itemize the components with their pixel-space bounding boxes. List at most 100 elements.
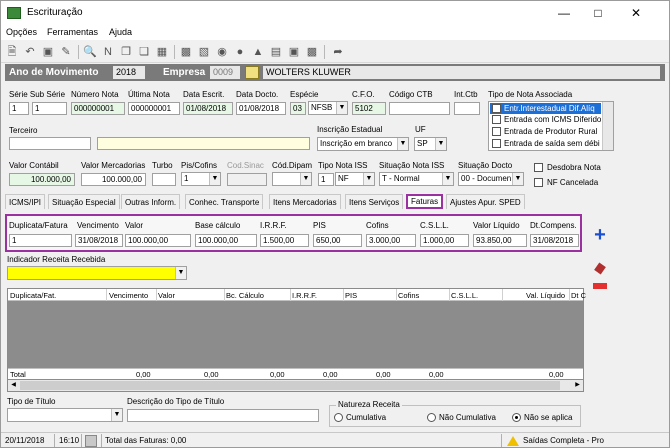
scroll-thumb[interactable]	[20, 381, 560, 390]
radio-nao-cumulativa[interactable]	[427, 413, 436, 422]
uf-select[interactable]: SP ▼	[414, 137, 447, 151]
uf-value: SP	[417, 139, 428, 148]
irrf-input[interactable]: 1.500,00	[260, 234, 309, 247]
paste-icon[interactable]: ❏	[137, 45, 151, 59]
status-bar: 20/11/2018 16:10 Total das Faturas: 0,00…	[1, 432, 669, 447]
eraser-icon[interactable]	[593, 262, 607, 275]
terceiro-label: Terceiro	[9, 126, 38, 135]
cod-sinac-input[interactable]	[227, 173, 267, 186]
grid-icon[interactable]: ▦	[155, 45, 169, 59]
situacao-docto-select[interactable]: 00 - Documen ▼	[458, 172, 524, 186]
calculator-icon[interactable]: ▤	[269, 45, 283, 59]
chevron-down-icon: ▼	[435, 138, 446, 150]
turbo-input[interactable]	[152, 173, 176, 186]
tipo-nota-iss-code[interactable]: 1	[318, 173, 334, 186]
tab-outras-inform[interactable]: Outras Inform.	[121, 194, 181, 209]
tab-faturas[interactable]: Faturas	[406, 194, 444, 209]
especie-code-input[interactable]: 03	[290, 102, 306, 115]
base-calculo-input[interactable]: 100.000,00	[195, 234, 257, 247]
tab-ajustes-apur-sped[interactable]: Ajustes Apur. SPED	[446, 194, 525, 209]
undo-icon[interactable]: ↶	[23, 45, 37, 59]
building-icon[interactable]: ▧	[197, 45, 211, 59]
export-icon[interactable]: ▩	[305, 45, 319, 59]
nf-icon[interactable]: N	[101, 45, 115, 59]
copy-icon[interactable]: ❐	[119, 45, 133, 59]
bank-icon[interactable]: ▲	[251, 45, 265, 59]
dt-compens-input[interactable]: 31/08/2018	[530, 234, 579, 247]
radio-nao-aplica[interactable]	[512, 413, 521, 422]
serie-input[interactable]: 1	[9, 102, 29, 115]
tab-icms-ipi[interactable]: ICMS/IPI	[5, 194, 46, 209]
tab-itens-servicos[interactable]: Itens Serviços	[345, 194, 404, 209]
data-escrit-input[interactable]: 01/08/2018	[183, 102, 233, 115]
add-fatura-button[interactable]: +	[591, 225, 609, 245]
tab-situacao-especial[interactable]: Situação Especial	[48, 194, 120, 209]
new-document-icon[interactable]: 🗎	[5, 45, 19, 59]
int-ctb-input[interactable]	[454, 102, 480, 115]
tipo-titulo-select[interactable]: ▼	[7, 408, 123, 422]
cfo-input[interactable]: 5102	[352, 102, 386, 115]
empresa-name: WOLTERS KLUWER	[263, 66, 660, 79]
print-icon[interactable]: ▩	[179, 45, 193, 59]
minimize-icon[interactable]: —	[549, 4, 579, 22]
open-folder-icon[interactable]	[245, 66, 259, 79]
nf-cancelada-checkbox[interactable]	[534, 178, 543, 187]
grid-total-bc: 0,00	[204, 370, 219, 379]
menu-ajuda[interactable]: Ajuda	[109, 27, 132, 37]
close-icon[interactable]: ✕	[621, 4, 651, 22]
menu-ferramentas[interactable]: Ferramentas	[47, 27, 98, 37]
valor-liquido-input[interactable]: 93.850,00	[473, 234, 527, 247]
desdobra-checkbox[interactable]	[534, 163, 543, 172]
stamp-icon[interactable]: ◉	[215, 45, 229, 59]
tab-conhec-transporte[interactable]: Conhec. Transporte	[185, 194, 264, 209]
search-icon[interactable]: 🔍	[83, 45, 97, 59]
cofins-input[interactable]: 3.000,00	[366, 234, 416, 247]
tipo-nota-check-0[interactable]	[492, 104, 501, 113]
tipo-nota-scrollbar[interactable]	[602, 102, 613, 150]
grid-horizontal-scrollbar[interactable]: ◀ ▶	[8, 380, 583, 391]
descricao-tipo-input[interactable]	[127, 409, 319, 422]
year-company-bar: Ano de Movimento 2018 Empresa 0009 WOLTE…	[5, 64, 665, 81]
scroll-right-icon[interactable]: ▶	[573, 381, 582, 390]
cod-dipam-select[interactable]: ▼	[272, 172, 312, 186]
radio-cumulativa[interactable]	[334, 413, 343, 422]
numero-nota-input[interactable]: 000000001	[71, 102, 125, 115]
exit-icon[interactable]: ➦	[331, 45, 345, 59]
inscricao-select[interactable]: Inscrição em branco ▼	[317, 137, 409, 151]
cofins-label: Cofins	[366, 221, 389, 230]
tipo-nota-check-1[interactable]	[492, 115, 501, 124]
data-docto-input[interactable]: 01/08/2018	[236, 102, 286, 115]
valor-contabil-input[interactable]: 100.000,00	[9, 173, 75, 186]
menu-opcoes[interactable]: Opções	[6, 27, 37, 37]
indicador-select[interactable]: ▼	[7, 266, 187, 280]
terceiro-name-input[interactable]	[97, 137, 310, 150]
delete-icon[interactable]: ✎	[59, 45, 73, 59]
csll-input[interactable]: 1.000,00	[420, 234, 469, 247]
report-icon[interactable]: ▣	[287, 45, 301, 59]
vencimento-input[interactable]: 31/08/2018	[75, 234, 123, 247]
valor-mercadorias-input[interactable]: 100.000,00	[81, 173, 146, 186]
terceiro-code-input[interactable]	[9, 137, 91, 150]
remove-fatura-button[interactable]	[593, 283, 607, 289]
pis-cofins-select[interactable]: 1 ▼	[181, 172, 221, 186]
maximize-icon[interactable]: □	[583, 4, 613, 22]
tipo-nota-check-2[interactable]	[492, 127, 501, 136]
codigo-ctb-input[interactable]	[389, 102, 450, 115]
valor-input[interactable]: 100.000,00	[125, 234, 191, 247]
tipo-nota-iss-select[interactable]: NF ▼	[335, 172, 375, 186]
save-icon[interactable]: ▣	[41, 45, 55, 59]
tipo-nota-check-3[interactable]	[492, 139, 501, 148]
descricao-tipo-label: Descrição do Tipo de Título	[127, 397, 225, 406]
money-icon[interactable]: ●	[233, 45, 247, 59]
duplicata-input[interactable]: 1	[9, 234, 72, 247]
ultima-nota-input[interactable]: 000000001	[128, 102, 180, 115]
situacao-iss-select[interactable]: T - Normal ▼	[379, 172, 454, 186]
subserie-input[interactable]: 1	[32, 102, 67, 115]
toolbar: 🗎 ↶ ▣ ✎ 🔍 N ❐ ❏ ▦ ▩ ▧ ◉ ● ▲ ▤ ▣ ▩ ➦	[1, 41, 669, 63]
tab-itens-mercadorias[interactable]: Itens Mercadorias	[269, 194, 341, 209]
scroll-left-icon[interactable]: ◀	[9, 381, 18, 390]
pis-input[interactable]: 650,00	[313, 234, 362, 247]
grid-total-cofins: 0,00	[376, 370, 391, 379]
especie-select[interactable]: NFSB ▼	[308, 101, 348, 115]
tipo-nota-item-0: Entr.Interestadual Dif.Alíq	[504, 104, 595, 113]
